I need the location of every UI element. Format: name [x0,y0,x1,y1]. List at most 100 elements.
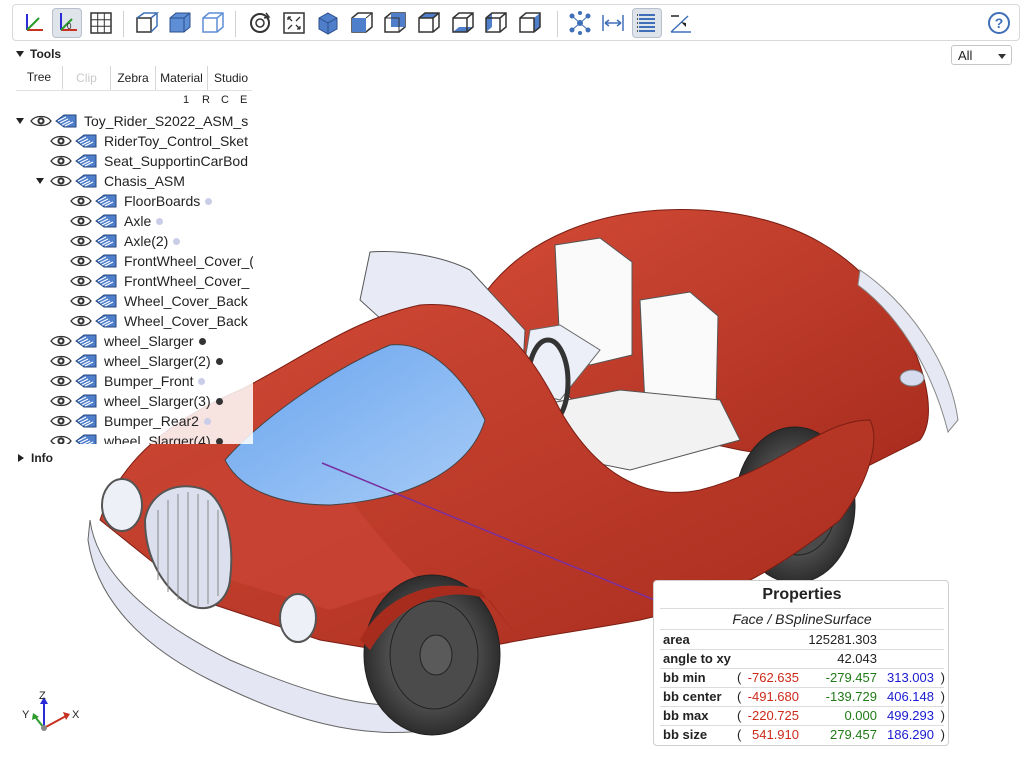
resize-icon [283,12,305,34]
axes-toggle-button[interactable] [19,8,49,38]
shape-icon[interactable] [94,214,118,228]
shape-icon[interactable] [74,174,98,188]
eye-icon[interactable] [50,334,72,348]
eye-icon[interactable] [50,154,72,168]
close-paren: ) [940,708,945,723]
tab-material[interactable]: Material [156,66,208,90]
explode-button[interactable] [565,8,595,38]
eye-icon[interactable] [50,394,72,408]
divider [660,629,944,630]
open-paren: ( [737,727,742,742]
properties-button[interactable] [632,8,662,38]
tree-item[interactable]: Wheel_Cover_Back [54,291,248,311]
shape-icon[interactable] [94,314,118,328]
tree-item[interactable]: Seat_SupportinCarBod [34,151,248,171]
axes-origin-button[interactable]: 0 [52,8,82,38]
tab-studio[interactable]: Studio [208,66,254,90]
measure-distance-button[interactable] [598,8,628,38]
resize-button[interactable] [279,8,309,38]
tree-item[interactable]: Axle(2) [54,231,181,251]
shape-icon[interactable] [74,414,98,428]
tree-item[interactable]: Bumper_Rear2 [34,411,211,431]
tools-tabs: Tree Clip Zebra Material Studio [16,66,254,90]
tab-tree[interactable]: Tree [16,66,63,90]
perspective-button[interactable] [132,8,162,38]
tree-item-label: Toy_Rider_S2022_ASM_s [84,113,249,129]
info-header[interactable]: Info [18,451,53,465]
eye-icon[interactable] [70,214,92,228]
eye-icon[interactable] [50,174,72,188]
tab-clip: Clip [63,66,111,90]
eye-icon[interactable] [70,234,92,248]
object-tree[interactable]: Toy_Rider_S2022_ASM_s RiderToy_Control_Sk… [0,111,253,444]
shape-icon[interactable] [94,274,118,288]
open-paren: ( [737,670,742,685]
eye-icon[interactable] [30,114,52,128]
tree-item-label: Bumper_Front [104,373,194,389]
eye-icon[interactable] [70,314,92,328]
tree-item[interactable]: Wheel_Cover_Back [54,311,248,331]
tab-zebra[interactable]: Zebra [111,66,156,90]
eye-icon[interactable] [70,194,92,208]
black-edges-icon [202,12,224,33]
eye-icon[interactable] [50,134,72,148]
eye-icon[interactable] [50,414,72,428]
caret-down-icon[interactable] [34,178,46,184]
shape-icon[interactable] [94,194,118,208]
view-top-button[interactable] [414,8,444,38]
angle-button[interactable] [666,8,696,38]
bb-row: bb max (-220.725 0.000 499.293) [663,707,945,725]
shape-icon[interactable] [94,254,118,268]
angle-label: angle to xy [663,651,731,666]
chevron-down-icon [998,54,1006,59]
shape-icon[interactable] [74,394,98,408]
shape-icon[interactable] [74,354,98,368]
view-iso-button[interactable] [313,8,343,38]
view-front-button[interactable] [347,8,377,38]
tree-item[interactable]: wheel_Slarger(3) [34,391,223,411]
eye-icon[interactable] [70,274,92,288]
shape-icon[interactable] [74,154,98,168]
eye-icon[interactable] [50,434,72,444]
svg-text:0: 0 [67,22,72,31]
tree-item[interactable]: Chasis_ASM [34,171,185,191]
view-bottom-button[interactable] [448,8,478,38]
svg-text:?: ? [995,15,1004,31]
shape-icon[interactable] [74,334,98,348]
black-edges-button[interactable] [198,8,228,38]
tree-item[interactable]: FrontWheel_Cover_( [54,251,253,271]
view-front-icon [351,12,373,33]
eye-icon[interactable] [50,374,72,388]
eye-icon[interactable] [70,294,92,308]
tree-item[interactable]: Bumper_Front [34,371,206,391]
grid-button[interactable] [86,8,116,38]
transparent-button[interactable] [165,8,195,38]
tree-item[interactable]: Axle [54,211,164,231]
tools-header[interactable]: Tools [16,46,61,62]
shape-icon[interactable] [74,434,98,444]
eye-icon[interactable] [50,354,72,368]
view-filter-select[interactable]: All [951,45,1012,65]
shape-icon[interactable] [74,134,98,148]
reset-view-button[interactable] [245,8,275,38]
tree-item[interactable]: Toy_Rider_S2022_ASM_s [14,111,248,131]
shape-icon[interactable] [94,234,118,248]
shape-icon[interactable] [54,114,78,128]
tree-item[interactable]: wheel_Slarger(2) [34,351,223,371]
tree-item[interactable]: wheel_Slarger [34,331,206,351]
tree-item-label: Bumper_Rear2 [104,413,199,429]
eye-icon[interactable] [70,254,92,268]
tree-item[interactable]: wheel_Slarger(4) [34,431,223,444]
view-right-button[interactable] [515,8,545,38]
caret-down-icon[interactable] [14,118,26,124]
view-left-button[interactable] [481,8,511,38]
help-button[interactable]: ? [984,8,1014,38]
shape-icon[interactable] [74,374,98,388]
tree-item[interactable]: FloorBoards [54,191,213,211]
view-iso-icon [318,12,338,35]
tree-item[interactable]: FrontWheel_Cover_ [54,271,249,291]
bb-x-value: -762.635 [747,670,799,685]
view-rear-button[interactable] [380,8,410,38]
tree-item[interactable]: RiderToy_Control_Sket [34,131,248,151]
shape-icon[interactable] [94,294,118,308]
